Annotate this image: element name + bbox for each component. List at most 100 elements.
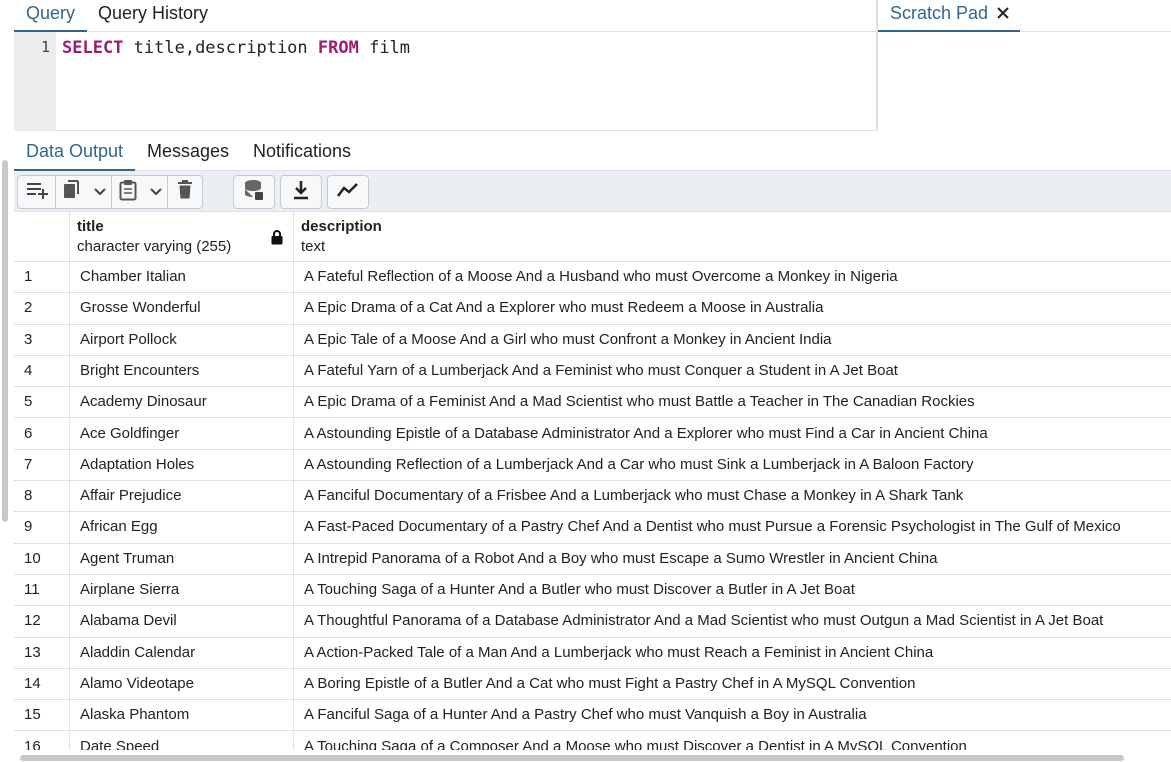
row-number-cell[interactable]: 13 bbox=[14, 637, 70, 668]
graph-visualiser-button[interactable] bbox=[328, 176, 368, 208]
table-row[interactable]: 9 African Egg A Fast-Paced Documentary of … bbox=[14, 512, 1171, 544]
title-cell[interactable]: Chamber Italian bbox=[70, 262, 294, 293]
tab-scratch-pad[interactable]: Scratch Pad bbox=[878, 0, 1020, 32]
code-table: film bbox=[358, 38, 411, 58]
description-cell[interactable]: A Fanciful Documentary of a Frisbee And … bbox=[294, 481, 1171, 511]
paste-options-dropdown[interactable] bbox=[144, 176, 168, 208]
row-number-cell[interactable]: 10 bbox=[14, 543, 70, 574]
row-number-cell[interactable]: 6 bbox=[14, 418, 70, 449]
title-cell[interactable]: Adaptation Holes bbox=[70, 449, 294, 481]
table-row[interactable]: 10 Agent Truman A Intrepid Panorama of a R… bbox=[14, 543, 1171, 575]
description-cell[interactable]: A Epic Drama of a Feminist And a Mad Sci… bbox=[294, 387, 1171, 417]
description-cell[interactable]: A Fateful Yarn of a Lumberjack And a Fem… bbox=[294, 356, 1171, 386]
title-cell[interactable]: Agent Truman bbox=[70, 543, 294, 574]
row-number-cell[interactable]: 16 bbox=[14, 731, 70, 750]
copy-button[interactable] bbox=[56, 176, 88, 208]
tab-query[interactable]: Query bbox=[14, 0, 88, 32]
table-row[interactable]: 7 Adaptation Holes A Astounding Reflection… bbox=[14, 449, 1171, 482]
grid-header: title character varying (255) descriptio… bbox=[14, 212, 1171, 262]
table-row[interactable]: 6 Ace Goldfinger A Astounding Epistle of a… bbox=[14, 418, 1171, 450]
row-number-cell[interactable]: 2 bbox=[14, 293, 70, 324]
download-icon bbox=[292, 180, 310, 205]
description-cell[interactable]: A Boring Epistle of a Butler And a Cat w… bbox=[294, 669, 1171, 699]
title-cell[interactable]: Airplane Sierra bbox=[70, 575, 294, 606]
paste-button[interactable] bbox=[112, 176, 144, 208]
output-tab-bar: Data Output Messages Notifications bbox=[14, 131, 1171, 171]
row-number-cell[interactable]: 14 bbox=[14, 668, 70, 700]
add-row-icon bbox=[25, 180, 49, 205]
title-cell[interactable]: Airport Pollock bbox=[70, 324, 294, 355]
title-cell[interactable]: Grosse Wonderful bbox=[70, 293, 294, 324]
description-cell[interactable]: A Action-Packed Tale of a Man And a Lumb… bbox=[294, 638, 1171, 668]
close-icon[interactable] bbox=[996, 1, 1010, 19]
delete-button[interactable] bbox=[168, 176, 202, 208]
table-row[interactable]: 3 Airport Pollock A Epic Tale of a Moose A… bbox=[14, 324, 1171, 356]
download-button-group bbox=[280, 175, 322, 209]
table-row[interactable]: 2 Grosse Wonderful A Epic Drama of a Cat A… bbox=[14, 293, 1171, 325]
column-header-title[interactable]: title character varying (255) bbox=[70, 212, 294, 262]
row-number-cell[interactable]: 7 bbox=[14, 449, 70, 481]
title-cell[interactable]: Affair Prejudice bbox=[70, 481, 294, 512]
vertical-scrollbar[interactable] bbox=[2, 160, 8, 522]
row-number-cell[interactable]: 5 bbox=[14, 387, 70, 418]
sql-editor[interactable]: 1 SELECT title,description FROM film bbox=[14, 32, 876, 131]
table-row[interactable]: 13 Aladdin Calendar A Action-Packed Tale o… bbox=[14, 637, 1171, 669]
table-row[interactable]: 15 Alaska Phantom A Fanciful Saga of a Hun… bbox=[14, 700, 1171, 732]
description-cell[interactable]: A Fanciful Saga of a Hunter And a Pastry… bbox=[294, 700, 1171, 730]
tab-notifications[interactable]: Notifications bbox=[241, 139, 363, 171]
description-cell[interactable]: A Astounding Reflection of a Lumberjack … bbox=[294, 450, 1171, 480]
save-data-icon bbox=[244, 179, 264, 206]
description-cell[interactable]: A Touching Saga of a Hunter And a Butler… bbox=[294, 575, 1171, 605]
title-cell[interactable]: Ace Goldfinger bbox=[70, 418, 294, 449]
table-row[interactable]: 16 Date Speed A Touching Saga of a Compose… bbox=[14, 731, 1171, 751]
row-number-cell[interactable]: 11 bbox=[14, 575, 70, 606]
query-tab-bar: Query Query History bbox=[14, 0, 876, 32]
row-number-cell[interactable]: 4 bbox=[14, 355, 70, 387]
description-cell[interactable]: A Touching Saga of a Composer And a Moos… bbox=[294, 732, 1171, 751]
tab-data-output[interactable]: Data Output bbox=[14, 139, 136, 171]
add-row-button[interactable] bbox=[18, 176, 56, 208]
tab-messages[interactable]: Messages bbox=[135, 139, 241, 171]
sql-code-line[interactable]: SELECT title,description FROM film bbox=[62, 38, 410, 58]
title-cell[interactable]: Alabama Devil bbox=[70, 606, 294, 637]
description-cell[interactable]: A Astounding Epistle of a Database Admin… bbox=[294, 419, 1171, 449]
table-row[interactable]: 12 Alabama Devil A Thoughtful Panorama of … bbox=[14, 606, 1171, 638]
pane-splitter[interactable] bbox=[876, 0, 878, 131]
horizontal-scrollbar[interactable] bbox=[20, 755, 1124, 761]
copy-options-dropdown[interactable] bbox=[88, 176, 112, 208]
data-grid: title character varying (255) descriptio… bbox=[14, 212, 1171, 750]
table-row[interactable]: 1 Chamber Italian A Fateful Reflection of … bbox=[14, 262, 1171, 294]
table-row[interactable]: 11 Airplane Sierra A Touching Saga of a Hu… bbox=[14, 575, 1171, 607]
save-data-button[interactable] bbox=[234, 176, 274, 208]
column-header-description[interactable]: description text bbox=[294, 212, 1171, 262]
title-cell[interactable]: Bright Encounters bbox=[70, 355, 294, 387]
tab-query-history[interactable]: Query History bbox=[86, 0, 220, 32]
description-cell[interactable]: A Epic Drama of a Cat And a Explorer who… bbox=[294, 293, 1171, 323]
title-cell[interactable]: Aladdin Calendar bbox=[70, 637, 294, 668]
row-number-cell[interactable]: 3 bbox=[14, 324, 70, 355]
description-cell[interactable]: A Intrepid Panorama of a Robot And a Boy… bbox=[294, 544, 1171, 574]
description-cell[interactable]: A Fast-Paced Documentary of a Pastry Che… bbox=[294, 512, 1171, 542]
table-row[interactable]: 4 Bright Encounters A Fateful Yarn of a Lu… bbox=[14, 355, 1171, 388]
row-number-cell[interactable]: 15 bbox=[14, 700, 70, 731]
row-number-cell[interactable]: 8 bbox=[14, 481, 70, 512]
title-cell[interactable]: Alaska Phantom bbox=[70, 700, 294, 731]
keyword-from: FROM bbox=[317, 38, 359, 58]
table-row[interactable]: 5 Academy Dinosaur A Epic Drama of a Femin… bbox=[14, 387, 1171, 419]
table-row[interactable]: 8 Affair Prejudice A Fanciful Documentary … bbox=[14, 481, 1171, 513]
title-cell[interactable]: Academy Dinosaur bbox=[70, 387, 294, 418]
title-cell[interactable]: Alamo Videotape bbox=[70, 668, 294, 700]
graph-icon bbox=[337, 182, 359, 203]
row-number-cell[interactable]: 9 bbox=[14, 512, 70, 543]
title-cell[interactable]: African Egg bbox=[70, 512, 294, 543]
row-number-cell[interactable]: 12 bbox=[14, 606, 70, 637]
description-cell[interactable]: A Epic Tale of a Moose And a Girl who mu… bbox=[294, 325, 1171, 355]
description-cell[interactable]: A Fateful Reflection of a Moose And a Hu… bbox=[294, 262, 1171, 292]
download-button[interactable] bbox=[281, 176, 321, 208]
row-number-header[interactable] bbox=[14, 212, 70, 262]
title-cell[interactable]: Date Speed bbox=[70, 731, 294, 750]
table-row[interactable]: 14 Alamo Videotape A Boring Epistle of a B… bbox=[14, 668, 1171, 701]
scratch-pad-tab-bar: Scratch Pad bbox=[878, 0, 1171, 32]
row-number-cell[interactable]: 1 bbox=[14, 262, 70, 293]
description-cell[interactable]: A Thoughtful Panorama of a Database Admi… bbox=[294, 606, 1171, 636]
